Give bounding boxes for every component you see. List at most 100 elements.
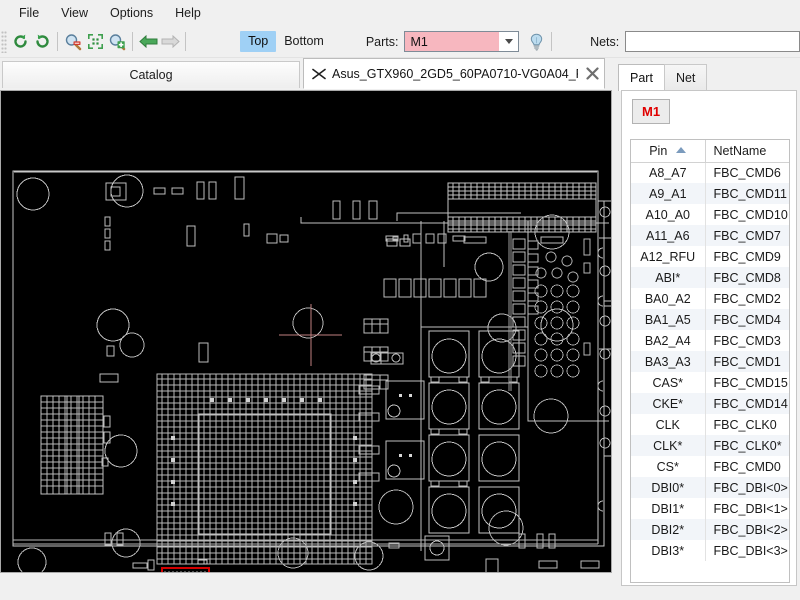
cell-netname: FBC_CMD6 — [713, 165, 781, 180]
column-header-pin[interactable]: Pin — [631, 140, 706, 163]
menu-item-help[interactable]: Help — [164, 2, 212, 24]
side-panel-tabs: Part Net — [618, 64, 708, 91]
cell-pin: A9_A1 — [631, 183, 706, 204]
cell-netname: FBC_DBI<1> — [713, 501, 788, 516]
table-row[interactable]: DBI0* FBC_DBI<0> — [631, 477, 789, 498]
forward-arrow-icon[interactable] — [159, 30, 181, 54]
selected-part-chip[interactable]: M1 — [632, 99, 671, 124]
table-row[interactable]: CLK FBC_CLK0 — [631, 414, 789, 435]
close-icon[interactable] — [584, 66, 600, 82]
shuffle-icon — [312, 67, 326, 81]
cell-netname: FBC_CMD15 — [713, 375, 788, 390]
parts-combobox[interactable]: M1 — [404, 31, 520, 52]
cell-netname: FBC_CMD10 — [713, 207, 788, 222]
cell-pin: BA2_A4 — [631, 330, 706, 351]
side-panel: Part Net M1 Pin NetName A8_A7 FBC_CMD6 A… — [618, 58, 800, 600]
cell-netname: FBC_DBI<3> — [713, 543, 788, 558]
board-side-bottom-button[interactable]: Bottom — [276, 31, 332, 52]
cell-pin: BA0_A2 — [631, 288, 706, 309]
cell-netname: FBC_CMD4 — [705, 309, 789, 330]
cell-pin: CAS* — [631, 372, 706, 393]
tab-document[interactable]: Asus_GTX960_2GD5_60PA0710-VG0A04_R... — [303, 58, 605, 89]
table-row[interactable]: A12_RFU FBC_CMD9 — [631, 246, 789, 267]
toolbar-drag-handle[interactable] — [1, 30, 8, 53]
pcb-board-view[interactable] — [0, 90, 612, 573]
cell-pin: CLK* — [631, 435, 706, 456]
cell-pin: CKE* — [631, 393, 706, 414]
lightbulb-icon[interactable] — [525, 30, 547, 54]
sort-ascending-icon — [676, 146, 687, 153]
table-row[interactable]: CKE* FBC_CMD14 — [631, 393, 789, 414]
table-row[interactable]: BA3_A3 FBC_CMD1 — [631, 351, 789, 372]
cell-netname: FBC_DBI<2> — [705, 519, 789, 540]
cell-pin: CS* — [631, 456, 706, 477]
tab-net[interactable]: Net — [663, 64, 708, 91]
cell-netname: FBC_CMD2 — [713, 291, 781, 306]
table-row[interactable]: BA1_A5 FBC_CMD4 — [631, 309, 789, 330]
cell-pin: DBI3* — [631, 540, 706, 561]
cell-netname: FBC_CMD7 — [705, 225, 789, 246]
table-row[interactable]: BA2_A4 FBC_CMD3 — [631, 330, 789, 351]
chevron-down-icon[interactable] — [499, 32, 519, 51]
parts-combobox-value[interactable]: M1 — [405, 32, 500, 51]
menu-item-view[interactable]: View — [50, 2, 99, 24]
cell-pin: A10_A0 — [631, 204, 706, 225]
table-row[interactable]: CLK* FBC_CLK0* — [631, 435, 789, 456]
cell-netname: FBC_CMD1 — [705, 351, 789, 372]
back-arrow-icon[interactable] — [137, 30, 159, 54]
cell-pin: A8_A7 — [631, 162, 706, 183]
table-row[interactable]: CS* FBC_CMD0 — [631, 456, 789, 477]
zoom-fit-icon[interactable] — [84, 30, 106, 54]
column-header-netname[interactable]: NetName — [705, 140, 789, 163]
table-row[interactable]: A11_A6 FBC_CMD7 — [631, 225, 789, 246]
side-panel-body: M1 Pin NetName A8_A7 FBC_CMD6 A9_A1 FBC_CM — [621, 90, 797, 586]
rotate-cw-icon[interactable] — [31, 30, 53, 54]
cell-netname: FBC_CMD8 — [705, 267, 789, 288]
table-row[interactable]: DBI2* FBC_DBI<2> — [631, 519, 789, 540]
menu-item-file[interactable]: File — [8, 2, 50, 24]
tab-part[interactable]: Part — [618, 64, 665, 91]
table-row[interactable]: DBI3* FBC_DBI<3> — [631, 540, 789, 561]
cell-pin: CLK — [631, 414, 706, 435]
menu-bar: File View Options Help — [0, 0, 800, 26]
board-side-selector: Top Bottom — [240, 31, 332, 52]
cell-pin: DBI1* — [631, 498, 706, 519]
table-row[interactable]: A9_A1 FBC_CMD11 — [631, 183, 789, 204]
table-row[interactable]: ABI* FBC_CMD8 — [631, 267, 789, 288]
cell-netname: FBC_CMD9 — [713, 249, 781, 264]
parts-label: Parts: — [365, 34, 399, 49]
tab-document-title: Asus_GTX960_2GD5_60PA0710-VG0A04_R... — [332, 66, 578, 81]
table-row[interactable]: BA0_A2 FBC_CMD2 — [631, 288, 789, 309]
cell-netname: FBC_DBI<0> — [705, 477, 789, 498]
cell-netname: FBC_CLK0* — [705, 435, 789, 456]
nets-input[interactable] — [625, 31, 800, 52]
table-row[interactable]: DBI1* FBC_DBI<1> — [631, 498, 789, 519]
pin-net-table-body: A8_A7 FBC_CMD6 A9_A1 FBC_CMD11 A10_A0 FBC_C… — [631, 162, 789, 561]
toolbar-separator-2 — [132, 32, 134, 51]
cell-pin: BA1_A5 — [631, 309, 706, 330]
application-window: File View Options Help Top Bottom Parts:… — [0, 0, 800, 600]
document-tab-strip: Catalog Asus_GTX960_2GD5_60PA0710-VG0A04… — [0, 58, 618, 90]
cell-pin: BA3_A3 — [631, 351, 706, 372]
menu-item-options[interactable]: Options — [99, 2, 164, 24]
cell-netname: FBC_CLK0 — [713, 417, 777, 432]
toolbar-separator-4 — [551, 32, 553, 51]
tab-catalog[interactable]: Catalog — [2, 61, 300, 88]
pin-net-table[interactable]: Pin NetName A8_A7 FBC_CMD6 A9_A1 FBC_CMD11… — [630, 139, 790, 583]
table-row[interactable]: A10_A0 FBC_CMD10 — [631, 204, 789, 225]
cell-pin: DBI2* — [631, 519, 706, 540]
zoom-out-icon[interactable] — [62, 30, 84, 54]
nets-label: Nets: — [590, 34, 620, 49]
zoom-in-icon[interactable] — [106, 30, 128, 54]
column-header-pin-label: Pin — [649, 143, 668, 158]
rotate-ccw-icon[interactable] — [9, 30, 31, 54]
cell-pin: DBI0* — [631, 477, 706, 498]
board-side-top-button[interactable]: Top — [240, 31, 277, 52]
table-row[interactable]: A8_A7 FBC_CMD6 — [631, 162, 789, 183]
table-header-row: Pin NetName — [631, 140, 789, 163]
horizontal-splitter[interactable] — [0, 573, 614, 600]
cell-pin: A11_A6 — [631, 225, 706, 246]
toolbar: Top Bottom Parts: M1 Nets: — [0, 26, 800, 58]
cell-netname: FBC_CMD11 — [705, 183, 789, 204]
table-row[interactable]: CAS* FBC_CMD15 — [631, 372, 789, 393]
